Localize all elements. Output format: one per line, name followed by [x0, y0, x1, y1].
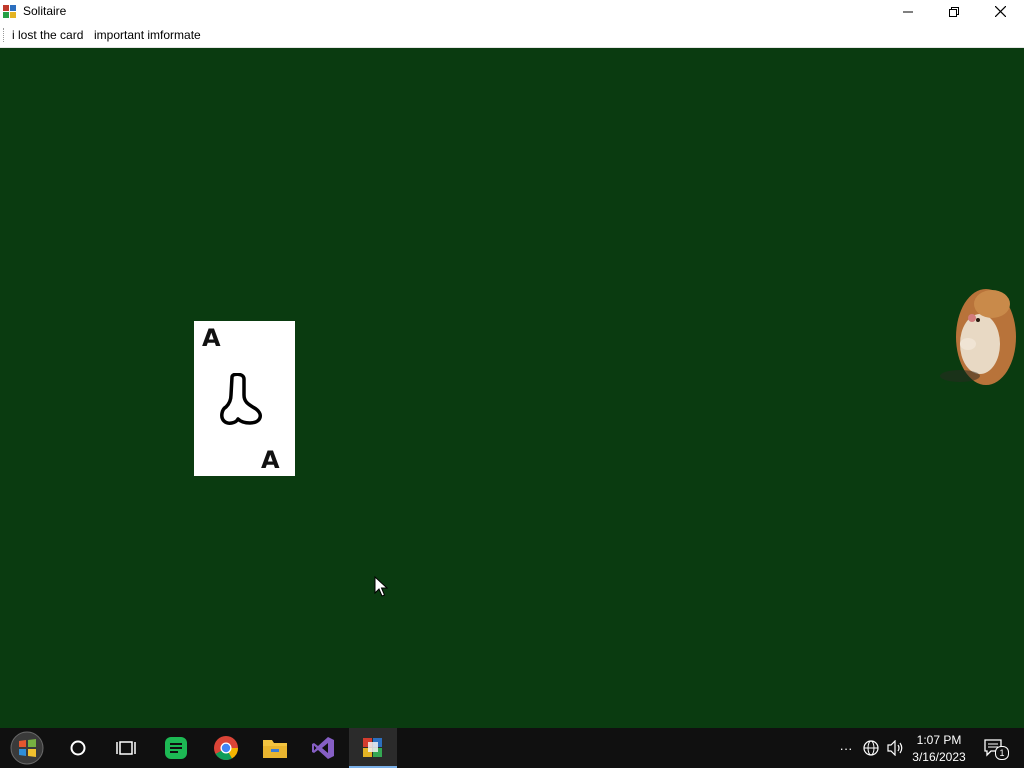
menu-bar: i lost the card important imformate: [0, 23, 1024, 48]
mouse-cursor-icon: [374, 576, 388, 597]
card-rank-top: A: [202, 324, 221, 352]
window-title: Solitaire: [23, 4, 67, 18]
network-icon[interactable]: [861, 738, 881, 758]
task-view-icon: [116, 741, 136, 755]
system-clock[interactable]: 1:07 PM 3/16/2023: [906, 732, 972, 766]
visual-studio-button[interactable]: [299, 728, 347, 768]
solitaire-window: Solitaire i lost the card important imfo…: [0, 0, 1024, 728]
app-icon: [3, 5, 16, 18]
card-suit-drawing: [220, 373, 262, 425]
clock-time: 1:07 PM: [916, 733, 962, 747]
file-explorer-button[interactable]: [251, 728, 299, 768]
minimize-icon: [903, 11, 913, 12]
menu-item-lost-card[interactable]: i lost the card: [12, 28, 83, 42]
search-button[interactable]: [54, 728, 102, 768]
start-button[interactable]: [3, 728, 51, 768]
minimize-button[interactable]: [885, 0, 931, 23]
clock-date: 3/16/2023: [912, 750, 966, 764]
notification-count-badge: 1: [995, 746, 1009, 760]
task-view-button[interactable]: [102, 728, 150, 768]
title-bar[interactable]: Solitaire: [0, 0, 1024, 23]
notification-center-button[interactable]: 1: [982, 738, 1009, 760]
close-button[interactable]: [977, 0, 1023, 23]
restore-icon: [949, 6, 959, 17]
menu-grip: [3, 28, 6, 42]
card-rank-bottom: A: [261, 446, 280, 474]
file-explorer-icon: [263, 740, 287, 758]
restore-button[interactable]: [931, 0, 977, 23]
chrome-icon: [214, 736, 238, 761]
taskbar: ··· 1:07 PM 3/16/2023 1: [0, 728, 1024, 768]
messages-app-button[interactable]: [152, 728, 200, 768]
close-icon: [994, 6, 1006, 17]
start-button-icon: [10, 731, 44, 765]
solitaire-taskbar-button[interactable]: [349, 728, 397, 768]
playing-card[interactable]: A A: [194, 321, 295, 476]
solitaire-app-icon: [363, 738, 382, 757]
messages-app-icon: [165, 737, 187, 759]
volume-icon[interactable]: [885, 738, 905, 758]
chrome-button[interactable]: [202, 728, 250, 768]
visual-studio-icon: [312, 737, 334, 759]
menu-item-important-info[interactable]: important imformate: [94, 28, 201, 42]
tray-overflow-icon[interactable]: ···: [836, 738, 856, 758]
search-icon: [70, 740, 86, 756]
hamster-image[interactable]: [930, 282, 1024, 388]
